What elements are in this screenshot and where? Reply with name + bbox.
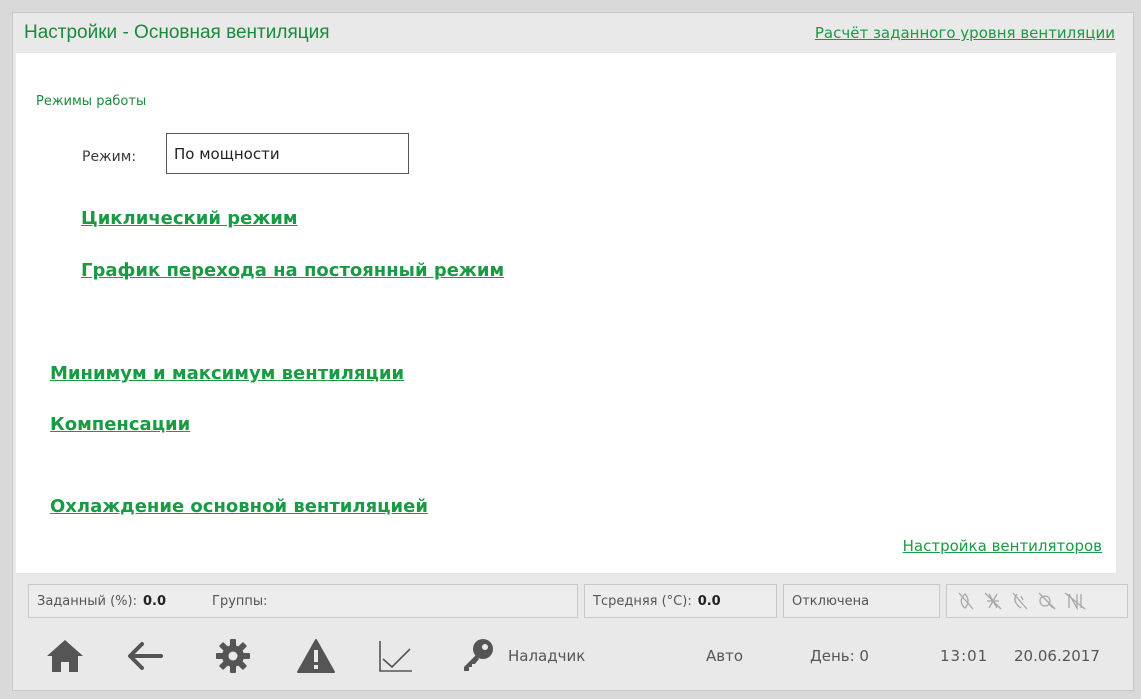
ventilation-state: Отключена [783,584,940,618]
constant-mode-schedule-link[interactable]: График перехода на постоянный режим [81,260,504,281]
clock-time: 13:01 [940,647,989,665]
setpoint-status: Заданный (%): 0.0 Группы: [28,584,578,618]
avg-temp-value: 0.0 [697,593,721,609]
avg-temp-status: Tсредняя (°C): 0.0 [584,584,777,618]
state-text: Отключена [792,593,870,609]
home-icon[interactable] [46,638,84,674]
chart-icon[interactable] [378,639,414,673]
groups-label: Группы: [212,593,268,609]
settings-panel: Режимы работы Режим: По мощности Цикличе… [16,53,1116,573]
setpoint-value: 0.0 [142,593,167,609]
key-icon[interactable] [460,637,496,673]
page-title: Настройки - Основная вентиляция [24,22,330,43]
gear-icon[interactable] [215,638,251,674]
user-role[interactable]: Наладчик [508,647,585,665]
control-mode: Авто [706,647,744,665]
compensation-link[interactable]: Компенсации [50,414,190,435]
min-max-ventilation-link[interactable]: Минимум и максимум вентиляции [50,363,404,384]
cooling-link[interactable]: Охлаждение основной вентиляцией [50,496,428,517]
section-label-modes: Режимы работы [36,94,147,109]
warning-icon[interactable] [296,638,336,674]
mode-label: Режим: [82,149,137,165]
back-arrow-icon[interactable] [127,641,163,671]
setpoint-label: Заданный (%): [37,593,137,609]
bottom-toolbar: Наладчик Авто День: 0 13:01 20.06.2017 [12,625,1134,691]
cyclic-mode-link[interactable]: Циклический режим [81,208,298,229]
ventilation-level-calc-link[interactable]: Расчёт заданного уровня вентиляции [815,24,1115,42]
avg-temp-label: Tсредняя (°C): [593,593,692,609]
indicator-icons [946,584,1128,618]
clock-date: 20.06.2017 [1014,647,1100,665]
fan-setup-link[interactable]: Настройка вентиляторов [903,537,1102,555]
disabled-indicators-icon [958,592,1086,611]
mode-select[interactable]: По мощности [166,133,409,174]
day-counter: День: 0 [810,647,869,665]
